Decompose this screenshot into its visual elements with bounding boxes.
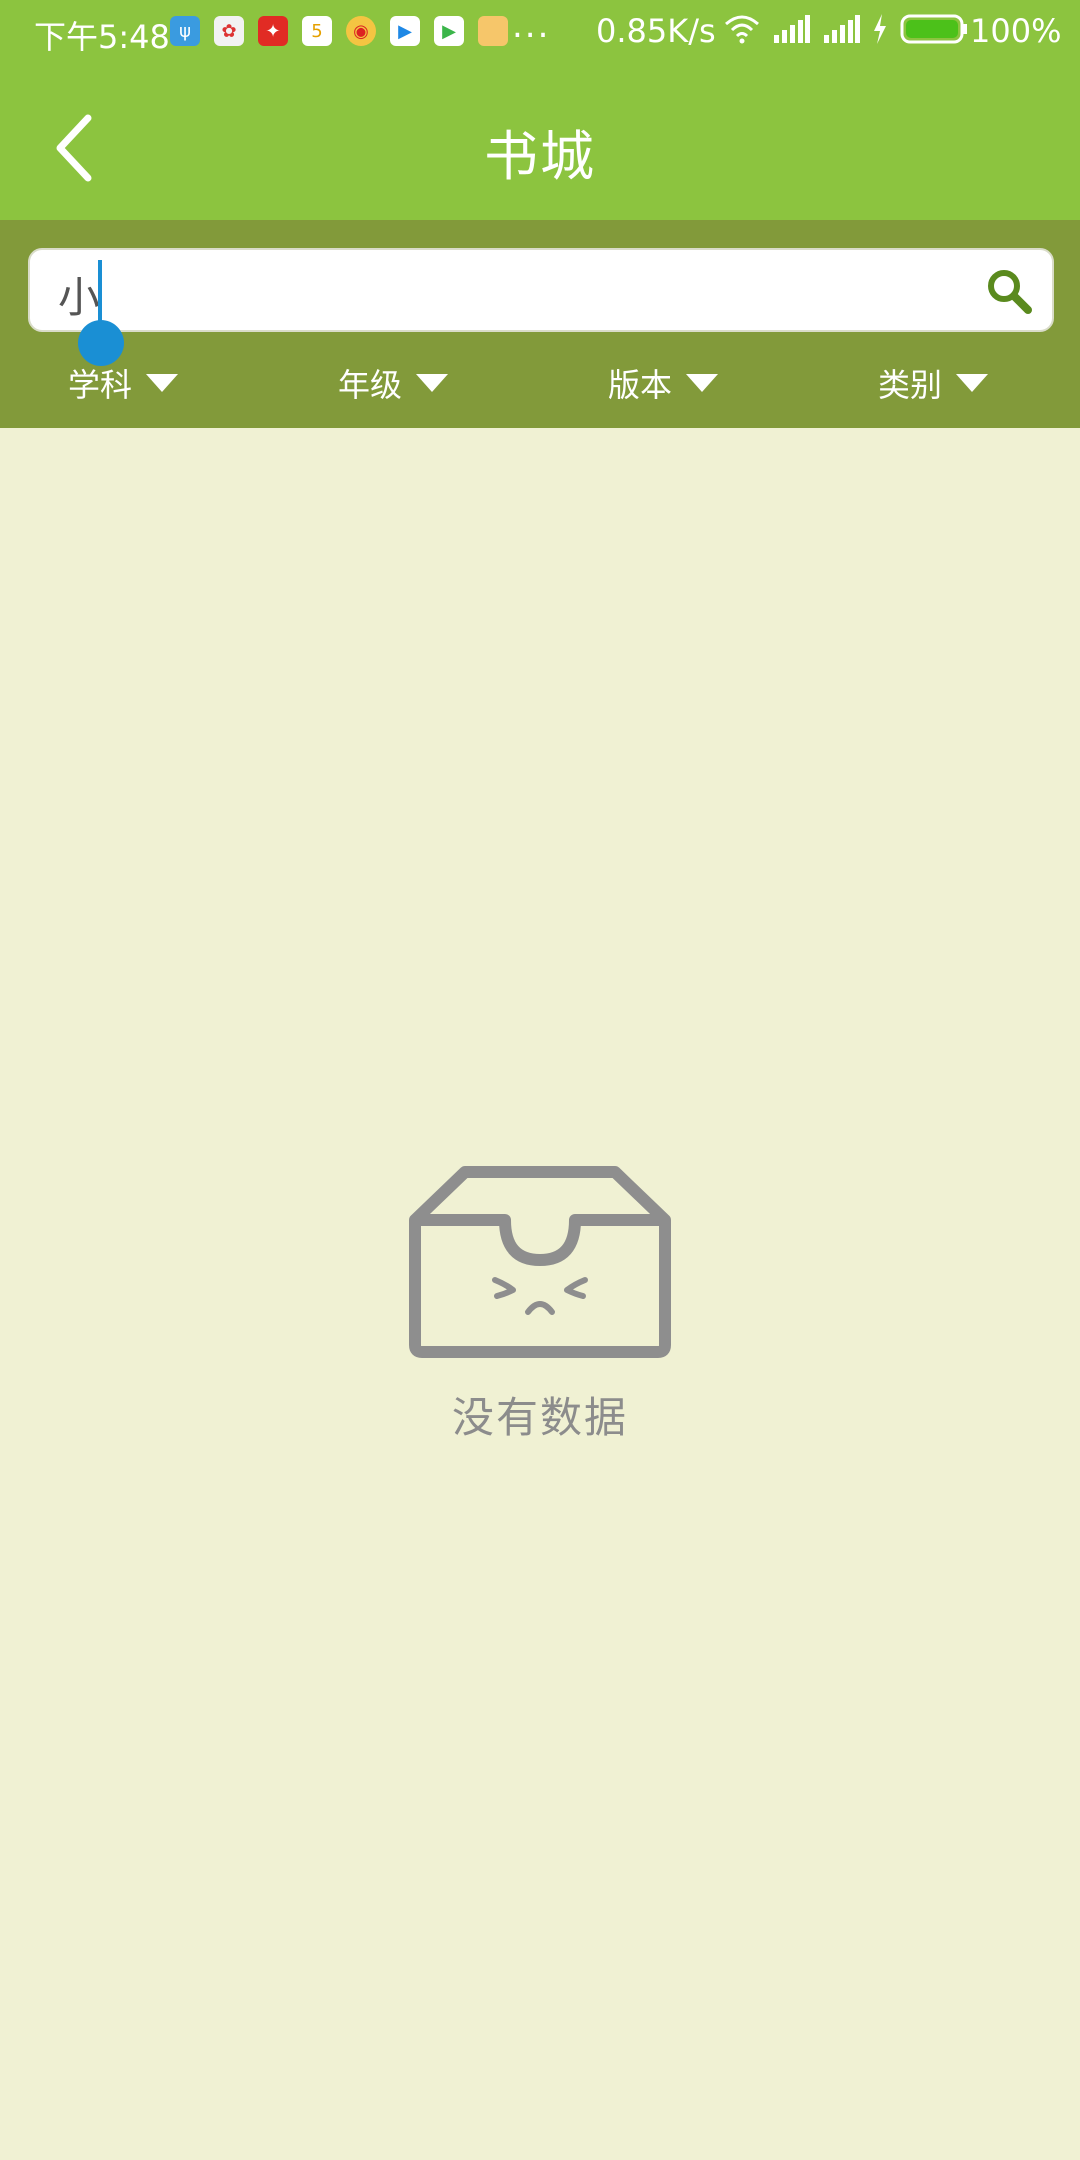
- notification-icons: ψ ✿ ✦ 5 ◉ ▶ ▶: [170, 16, 508, 46]
- battery-percent: 100%: [970, 12, 1062, 50]
- status-time: 下午5:48: [34, 18, 170, 56]
- empty-state: 没有数据: [0, 1160, 1080, 1445]
- app-bar: 书城: [0, 68, 1080, 220]
- filter-category-label: 类别: [878, 366, 943, 404]
- video-app-icon: ▶: [390, 16, 420, 46]
- wifi-icon: [725, 15, 759, 44]
- empty-state-message: 没有数据: [451, 1393, 628, 1442]
- filter-subject[interactable]: 学科: [68, 360, 179, 406]
- dropdown-arrow-icon: [956, 374, 989, 392]
- charging-icon: [874, 14, 886, 44]
- dropdown-arrow-icon: [416, 374, 449, 392]
- filter-category[interactable]: 类别: [878, 360, 989, 406]
- dropdown-arrow-icon: [686, 374, 719, 392]
- play-app-icon: ▶: [434, 16, 464, 46]
- 58-app-icon: 5: [302, 16, 332, 46]
- search-input-value[interactable]: 小: [58, 264, 100, 325]
- filter-subject-label: 学科: [68, 366, 133, 404]
- dropdown-arrow-icon: [146, 374, 179, 392]
- page-title: 书城: [484, 125, 596, 188]
- notes-app-icon: [478, 16, 508, 46]
- network-speed: 0.85K/s: [596, 12, 716, 50]
- filter-bar: 学科 年级 版本 类别: [0, 360, 1080, 416]
- battery-icon: [900, 14, 967, 44]
- game-app-icon: ✿: [214, 16, 244, 46]
- filter-edition-label: 版本: [608, 366, 673, 404]
- search-button[interactable]: [984, 266, 1034, 316]
- filter-grade[interactable]: 年级: [338, 360, 449, 406]
- text-cursor: [98, 260, 102, 326]
- filter-area: 小 学科 年级 版本 类别: [0, 220, 1080, 428]
- filter-edition[interactable]: 版本: [608, 360, 719, 406]
- weibo-icon: ◉: [346, 16, 376, 46]
- search-icon: [988, 270, 1032, 314]
- search-input[interactable]: 小: [28, 248, 1054, 366]
- news-app-icon: ✦: [258, 16, 288, 46]
- signal-icon: [774, 15, 810, 43]
- empty-box-icon: [409, 1166, 671, 1358]
- status-bar: 下午5:48 ψ ✿ ✦ 5 ◉ ▶ ▶ ... 0.85K/s 100%: [0, 0, 1080, 68]
- signal-icon-2: [824, 15, 860, 43]
- more-notifications-icon: ...: [512, 6, 551, 46]
- system-icons: [724, 14, 968, 44]
- filter-grade-label: 年级: [338, 366, 403, 404]
- usb-icon: ψ: [170, 16, 200, 46]
